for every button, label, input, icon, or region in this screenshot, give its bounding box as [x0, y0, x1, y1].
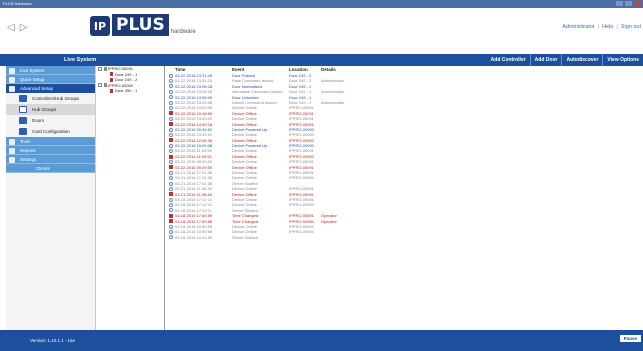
toolbar: Add Controller Add Door Autodiscover Vie… — [487, 54, 643, 66]
advanced-setup-icon — [9, 85, 15, 92]
sidebar-subitem-hub-groups[interactable]: Hub Groups — [6, 104, 95, 115]
card-config-icon — [19, 128, 27, 135]
live-system-icon — [9, 67, 15, 74]
section-title: Live System — [64, 57, 97, 63]
reports-icon — [9, 147, 15, 154]
maximize-button[interactable] — [625, 1, 632, 6]
collapse-icon[interactable]: - — [98, 83, 102, 87]
sidebar-item-reports[interactable]: Reports — [6, 146, 95, 155]
nav-arrows: ◁ ▷ — [7, 22, 27, 33]
door-icon — [19, 117, 27, 124]
sidebar-subitem-controllers[interactable]: Controllers/Hub Groups — [6, 93, 95, 104]
main-toolbar-bar: Live System Add Controller Add Door Auto… — [0, 54, 643, 66]
window-title: PLUS Hardware — [3, 1, 32, 6]
close-button[interactable] — [634, 1, 641, 6]
user-link[interactable]: Administrator — [562, 24, 594, 30]
sidebar-item-label: Live System — [20, 68, 45, 73]
help-link[interactable]: Help — [602, 24, 613, 30]
events-body: 03-22-2016 13:31:25 Door Passed Door 249 -… — [166, 73, 643, 240]
logo-ip-mark: IP — [90, 16, 110, 36]
sidebar-subitem-doors[interactable]: Doors — [6, 115, 95, 126]
autodiscover-button[interactable]: Autodiscover — [561, 54, 602, 66]
controller-icon — [19, 95, 27, 102]
sidebar-item-settings[interactable]: Settings — [6, 155, 95, 164]
sidebar-item-live-system[interactable]: Live System — [6, 66, 95, 75]
tools-icon — [9, 138, 15, 145]
sidebar-item-label: Quick Setup — [20, 77, 45, 82]
sidebar-subitem-label: Doors — [32, 118, 45, 123]
sidebar-item-label: Tools — [20, 139, 31, 144]
sidebar-item-label: Clients — [36, 166, 50, 171]
sidebar-item-label: Reports — [20, 148, 36, 153]
sidebar-item-tools[interactable]: Tools — [6, 137, 95, 146]
sidebar-subitem-label: Card Configuration — [32, 129, 70, 134]
view-options-button[interactable]: View Options — [602, 54, 643, 66]
sidebar-item-advanced-setup[interactable]: Advanced Setup — [6, 84, 95, 93]
controller-tree: - IPPRO-05091 Door 249 - 1 Door 249 - 2 … — [96, 66, 165, 330]
add-controller-button[interactable]: Add Controller — [487, 54, 530, 66]
app-logo: IP PLUS hardware — [90, 14, 196, 36]
event-time: 03-18-2016 10:41:56 — [175, 234, 213, 240]
event-details — [321, 235, 381, 240]
tree-door-label: Door 250 - 1 — [115, 88, 138, 93]
top-links: Administrator | Help | Sign out — [562, 24, 641, 30]
sidebar-subitem-label: Hub Groups — [32, 107, 57, 112]
quick-setup-icon — [9, 76, 15, 83]
sidebar-item-label: Settings — [20, 157, 37, 162]
hub-group-icon — [19, 106, 27, 113]
pause-button[interactable]: Pause — [619, 335, 641, 342]
add-door-button[interactable]: Add Door — [529, 54, 562, 66]
events-log: Time Event Location Details 03-22-2016 1… — [166, 66, 643, 330]
door-icon — [110, 72, 113, 76]
tree-door[interactable]: Door 250 - 1 — [96, 88, 164, 94]
events-header-row: Time Event Location Details — [166, 66, 643, 73]
version-label: Version: 1.10.1.1 - Lite — [30, 338, 76, 343]
window-controls — [616, 1, 641, 6]
sidebar-item-label: Advanced Setup — [20, 86, 54, 91]
event-row[interactable]: 03-18-2016 10:41:56 Server Started — [166, 235, 643, 240]
collapse-icon[interactable]: - — [98, 66, 102, 71]
controller-icon — [104, 83, 107, 87]
logo-plus: PLUS — [112, 14, 169, 36]
event-status-icon — [166, 235, 175, 240]
settings-icon — [9, 156, 15, 163]
sidebar-subitem-card-config[interactable]: Card Configuration — [6, 126, 95, 137]
window-titlebar: PLUS Hardware — [0, 0, 643, 8]
event-type: Server Started — [232, 234, 258, 240]
sidebar-item-quick-setup[interactable]: Quick Setup — [6, 75, 95, 84]
sidebar: Live System Quick Setup Advanced Setup C… — [6, 66, 96, 330]
forward-arrow-icon[interactable]: ▷ — [20, 22, 28, 33]
back-arrow-icon[interactable]: ◁ — [7, 22, 15, 33]
app-header: ◁ ▷ IP PLUS hardware Administrator | Hel… — [0, 8, 643, 48]
logo-hardware: hardware — [170, 29, 196, 35]
sidebar-item-clients[interactable]: Clients — [6, 164, 95, 173]
event-location — [289, 235, 321, 240]
door-icon — [110, 77, 113, 82]
minimize-button[interactable] — [616, 1, 623, 6]
controller-icon — [104, 66, 107, 71]
sidebar-subitem-label: Controllers/Hub Groups — [32, 96, 80, 101]
signout-link[interactable]: Sign out — [621, 24, 641, 30]
door-icon — [110, 88, 113, 93]
app-footer: Version: 1.10.1.1 - Lite Pause — [0, 330, 643, 351]
